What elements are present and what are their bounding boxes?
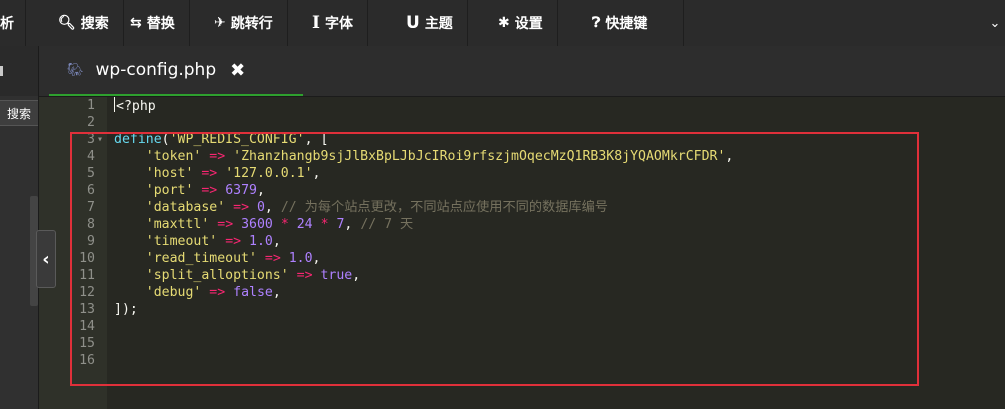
replace-button[interactable]: ⇆ 替换: [116, 0, 190, 46]
chevron-left-icon: ‹: [42, 248, 50, 270]
elephant-php-icon: 🐘︎: [67, 62, 84, 78]
toolbar-item-cut-off[interactable]: 析: [0, 0, 26, 46]
pin-icon: ✈︎: [214, 15, 226, 31]
line-number: 1: [87, 98, 95, 113]
code-token: <?php: [116, 99, 156, 114]
font-icon: I: [312, 13, 320, 33]
theme-icon: U: [406, 13, 420, 33]
code-line: 1 <?php: [39, 97, 1005, 114]
tab-wp-config[interactable]: 🐘︎ wp-config.php ✖: [49, 46, 303, 96]
replace-button-label: 替换: [146, 16, 175, 32]
text-cursor: [114, 97, 115, 112]
search-icon: 🔍︎: [58, 15, 76, 31]
sidebar-search-label: 搜索: [6, 106, 31, 121]
sidebar-header: [0, 46, 38, 96]
line-number: 2: [87, 115, 95, 130]
toolbar-cut-label: 析: [0, 16, 14, 32]
highlight-annotation-box: [70, 132, 919, 386]
question-icon: ❓︎: [592, 15, 601, 31]
search-button-label: 搜索: [80, 16, 109, 32]
tab-filename: wp-config.php: [95, 60, 217, 80]
code-line: 2: [39, 114, 1005, 131]
goto-line-button[interactable]: ✈︎ 跳转行: [200, 0, 288, 46]
sidebar-search-button[interactable]: 搜索: [0, 100, 38, 126]
settings-button-label: 设置: [514, 16, 543, 32]
sidebar-marker: [0, 66, 3, 76]
file-sidebar: 搜索: [0, 46, 39, 409]
replace-icon: ⇆: [130, 15, 142, 31]
font-button-label: 字体: [324, 16, 353, 32]
theme-button[interactable]: U 主题: [392, 0, 468, 46]
tab-bar: 🐘︎ wp-config.php ✖: [39, 46, 1005, 97]
shortcuts-button-label: 快捷键: [605, 16, 648, 32]
code-text: <?php: [114, 97, 156, 115]
goto-line-button-label: 跳转行: [230, 16, 273, 32]
search-button[interactable]: 🔍︎ 搜索: [44, 0, 124, 46]
font-button[interactable]: I 字体: [298, 0, 368, 46]
chevron-down-icon: ⌄: [989, 15, 1001, 31]
top-toolbar: 析 🔍︎ 搜索 ⇆ 替换 ✈︎ 跳转行 I 字体 U 主题 ✱ 设置 ❓︎ 快捷…: [0, 0, 1005, 47]
sidebar-collapse-button[interactable]: ‹: [36, 230, 56, 288]
close-icon[interactable]: ✖: [230, 60, 245, 81]
settings-button[interactable]: ✱ 设置: [484, 0, 558, 46]
gear-icon: ✱: [498, 15, 510, 31]
shortcuts-button[interactable]: ❓︎ 快捷键: [578, 0, 684, 46]
toolbar-overflow-button[interactable]: ⌄: [985, 0, 1005, 46]
theme-button-label: 主题: [424, 16, 453, 32]
